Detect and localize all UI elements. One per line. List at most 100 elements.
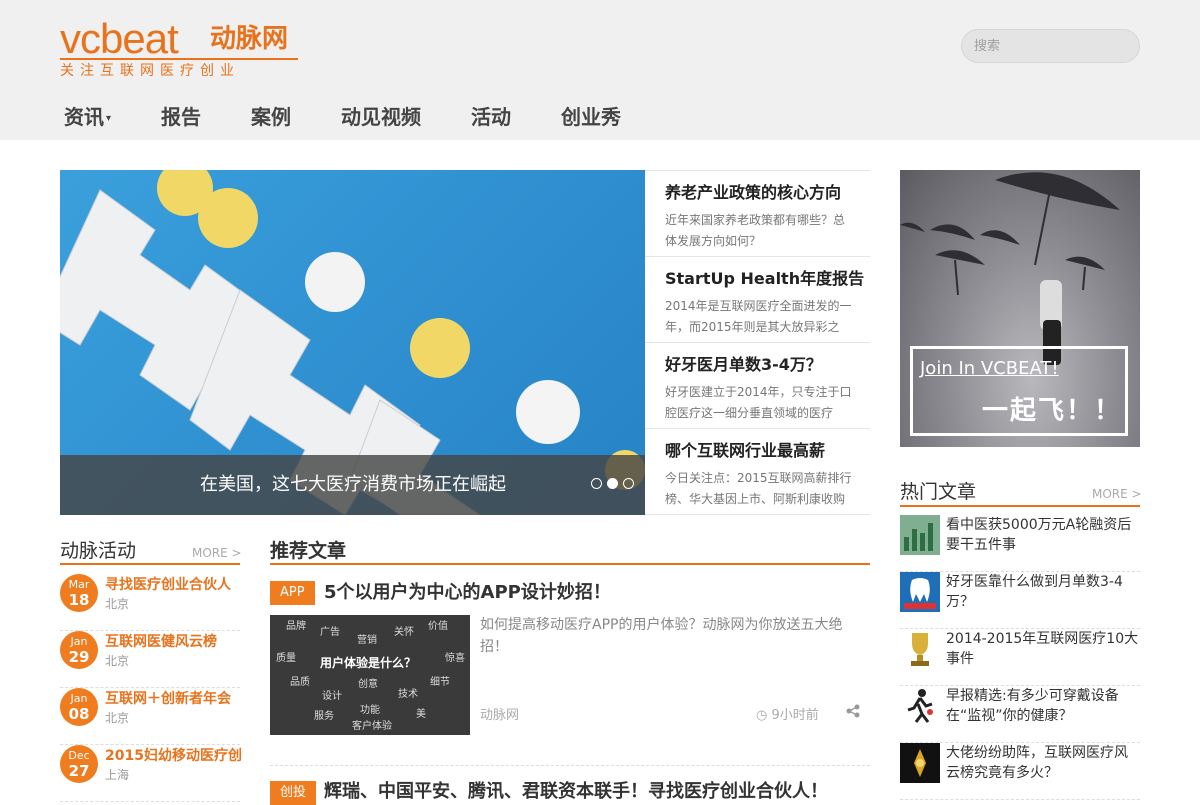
article-title[interactable]: 5个以用户为中心的APP设计妙招！ [324, 580, 611, 606]
activity-city: 北京 [105, 654, 130, 668]
thumb-word: 服务 [314, 711, 334, 722]
side-news-title[interactable]: 哪个互联网行业最高薪 [665, 440, 870, 462]
thumb-word: 价值 [428, 621, 448, 632]
article-tag[interactable]: 创投 [270, 781, 317, 805]
slider-pagination [591, 478, 634, 489]
activity-item[interactable]: Jan 29 互联网医健风云榜 北京 [60, 631, 240, 688]
hot-more-link[interactable]: MORE > [1092, 486, 1142, 502]
side-news-title[interactable]: 养老产业政策的核心方向 [665, 182, 870, 204]
hot-article-title[interactable]: 看中医获5000万元A轮融资后要干五件事 [946, 515, 1140, 555]
article-summary: 如何提高移动医疗APP的用户体验？动脉网为你放送五大绝招！ [480, 617, 843, 655]
side-news-title[interactable]: StartUp Health年度报告 [665, 268, 870, 290]
activities-heading: 动脉活动 [60, 540, 137, 562]
slider-dot[interactable] [623, 478, 634, 489]
share-icon[interactable] [846, 704, 860, 722]
hot-article-title[interactable]: 2014-2015年互联网医疗10大事件 [946, 629, 1140, 669]
activities-more-link[interactable]: MORE > [192, 545, 242, 561]
side-news-title[interactable]: 好牙医月单数3-4万？ [665, 354, 870, 376]
runner-thumb-icon [900, 686, 940, 726]
side-news-desc: 近年来国家养老政策都有哪些？总体发展方向如何？ [665, 213, 846, 248]
activity-city: 北京 [105, 597, 130, 611]
logo-underline [60, 58, 298, 60]
activity-title[interactable]: 寻找医疗创业合伙人 [105, 576, 231, 594]
dental-thumb-icon [900, 572, 940, 612]
hero-slider[interactable]: 在美国，这七大医疗消费市场正在崛起 [60, 170, 645, 515]
hot-heading-underline [900, 505, 1140, 507]
side-news-item[interactable]: 养老产业政策的核心方向 近年来国家养老政策都有哪些？总体发展方向如何？ [645, 170, 870, 256]
article-source[interactable]: 动脉网 [480, 704, 519, 723]
chart-thumb-icon [900, 515, 940, 555]
nav-item-cases[interactable]: 案例 [251, 100, 291, 134]
side-news-item[interactable]: StartUp Health年度报告 2014年是互联网医疗全面进发的一年，而2… [645, 256, 870, 342]
activity-date-badge: Dec 27 [60, 745, 98, 783]
activity-title[interactable]: 2015妇幼移动医疗创 [105, 747, 242, 765]
site-logo[interactable]: vcbeat 动脉网 关注互联网医疗创业 [60, 16, 300, 82]
activities-heading-underline [60, 563, 240, 565]
divider [270, 765, 870, 766]
thumb-word: 美 [416, 709, 426, 720]
thumb-word: 品牌 [286, 621, 306, 632]
nav-item-reports[interactable]: 报告 [161, 100, 201, 134]
thumb-word: 质量 [276, 653, 296, 664]
activity-day: 29 [68, 648, 90, 666]
activity-month: Jan [70, 692, 88, 705]
hot-article-item[interactable]: 2014-2015年互联网医疗10大事件 [900, 629, 1140, 686]
nav-item-label: 资讯 [64, 105, 104, 129]
hot-articles-heading: 热门文章 [900, 481, 977, 503]
activity-date-badge: Jan 08 [60, 688, 98, 726]
recommended-heading: 推荐文章 [270, 540, 347, 562]
side-news-desc: 今日关注点：2015互联网高薪排行榜、华大基因上市、阿斯利康收购 [665, 471, 852, 506]
activity-day: 08 [68, 705, 90, 723]
ad-join-link[interactable]: Join In VCBEAT! [920, 358, 1059, 379]
activity-item[interactable]: Mar 18 寻找医疗创业合伙人 北京 [60, 574, 240, 631]
article-thumbnail[interactable]: 品牌 广告 营销 关怀 价值 质量 用户体验是什么？ 惊喜 品质 创意 细节 设… [270, 615, 470, 735]
thumb-word: 细节 [430, 677, 450, 688]
side-news-item[interactable]: 哪个互联网行业最高薪 今日关注点：2015互联网高薪排行榜、华大基因上市、阿斯利… [645, 428, 870, 514]
join-banner-ad[interactable]: Join In VCBEAT! 一起飞！！ [900, 170, 1140, 447]
hot-article-item[interactable]: 好牙医靠什么做到月单数3-4万？ [900, 572, 1140, 629]
side-news-item[interactable]: 好牙医月单数3-4万？ 好牙医建立于2014年，只专注于口腔医疗这一细分垂直领域… [645, 342, 870, 428]
thumb-word: 关怀 [394, 627, 414, 638]
activity-item[interactable]: Jan 08 互联网＋创新者年会 北京 [60, 688, 240, 745]
activity-month: Jan [70, 635, 88, 648]
slider-dot[interactable] [591, 478, 602, 489]
search-input[interactable] [961, 29, 1140, 63]
hot-article-item[interactable]: 早报精选:有多少可穿戴设备在“监视”你的健康？ [900, 686, 1140, 743]
nav-item-events[interactable]: 活动 [471, 100, 511, 134]
hot-article-item[interactable]: 大佬纷纷助阵，互联网医疗风云榜究竟有多火？ [900, 743, 1140, 800]
thumb-word: 功能 [360, 705, 380, 716]
activity-date-badge: Mar 18 [60, 574, 98, 612]
thumb-word: 技术 [398, 689, 418, 700]
activity-month: Mar [68, 578, 90, 591]
thumb-word: 品质 [290, 677, 310, 688]
article-title[interactable]: 辉瑞、中国平安、腾讯、君联资本联手！寻找医疗创业合伙人！ [324, 779, 828, 805]
thumb-word: 营销 [357, 635, 377, 646]
divider [645, 514, 870, 515]
site-header: vcbeat 动脉网 关注互联网医疗创业 资讯▾ 报告 案例 动见视频 活动 创… [0, 0, 1200, 140]
activity-title[interactable]: 互联网医健风云榜 [105, 633, 217, 651]
thumb-word: 惊喜 [445, 653, 465, 664]
slider-dot-active[interactable] [607, 478, 618, 489]
nav-item-startup-show[interactable]: 创业秀 [561, 100, 621, 134]
activity-month: Dec [68, 749, 90, 762]
activity-day: 18 [68, 591, 90, 609]
hot-article-title[interactable]: 好牙医靠什么做到月单数3-4万？ [946, 572, 1140, 612]
hot-article-item[interactable]: 看中医获5000万元A轮融资后要干五件事 [900, 515, 1140, 572]
main-nav: 资讯 ▾ 报告 案例 动见视频 活动 创业秀 [64, 100, 671, 134]
article-tag[interactable]: APP [270, 581, 315, 605]
side-news-desc: 好牙医建立于2014年，只专注于口腔医疗这一细分垂直领域的医疗 [665, 385, 852, 420]
hot-article-title[interactable]: 早报精选:有多少可穿戴设备在“监视”你的健康？ [946, 686, 1140, 726]
activity-day: 27 [68, 762, 90, 780]
article-time: ◷ 9小时前 [756, 704, 819, 723]
activity-item[interactable]: Dec 27 2015妇幼移动医疗创 上海 [60, 745, 242, 802]
activity-title[interactable]: 互联网＋创新者年会 [105, 690, 231, 708]
slide-caption[interactable]: 在美国，这七大医疗消费市场正在崛起 [200, 473, 506, 497]
recommended-heading-underline [270, 563, 870, 565]
nav-item-videos[interactable]: 动见视频 [341, 100, 421, 134]
nav-item-news[interactable]: 资讯 ▾ [64, 100, 111, 134]
award-thumb-icon [900, 743, 940, 783]
logo-tagline: 关注互联网医疗创业 [60, 63, 240, 79]
trophy-thumb-icon [900, 629, 940, 669]
logo-chinese-name: 动脉网 [210, 24, 289, 54]
hot-article-title[interactable]: 大佬纷纷助阵，互联网医疗风云榜究竟有多火？ [946, 743, 1140, 783]
